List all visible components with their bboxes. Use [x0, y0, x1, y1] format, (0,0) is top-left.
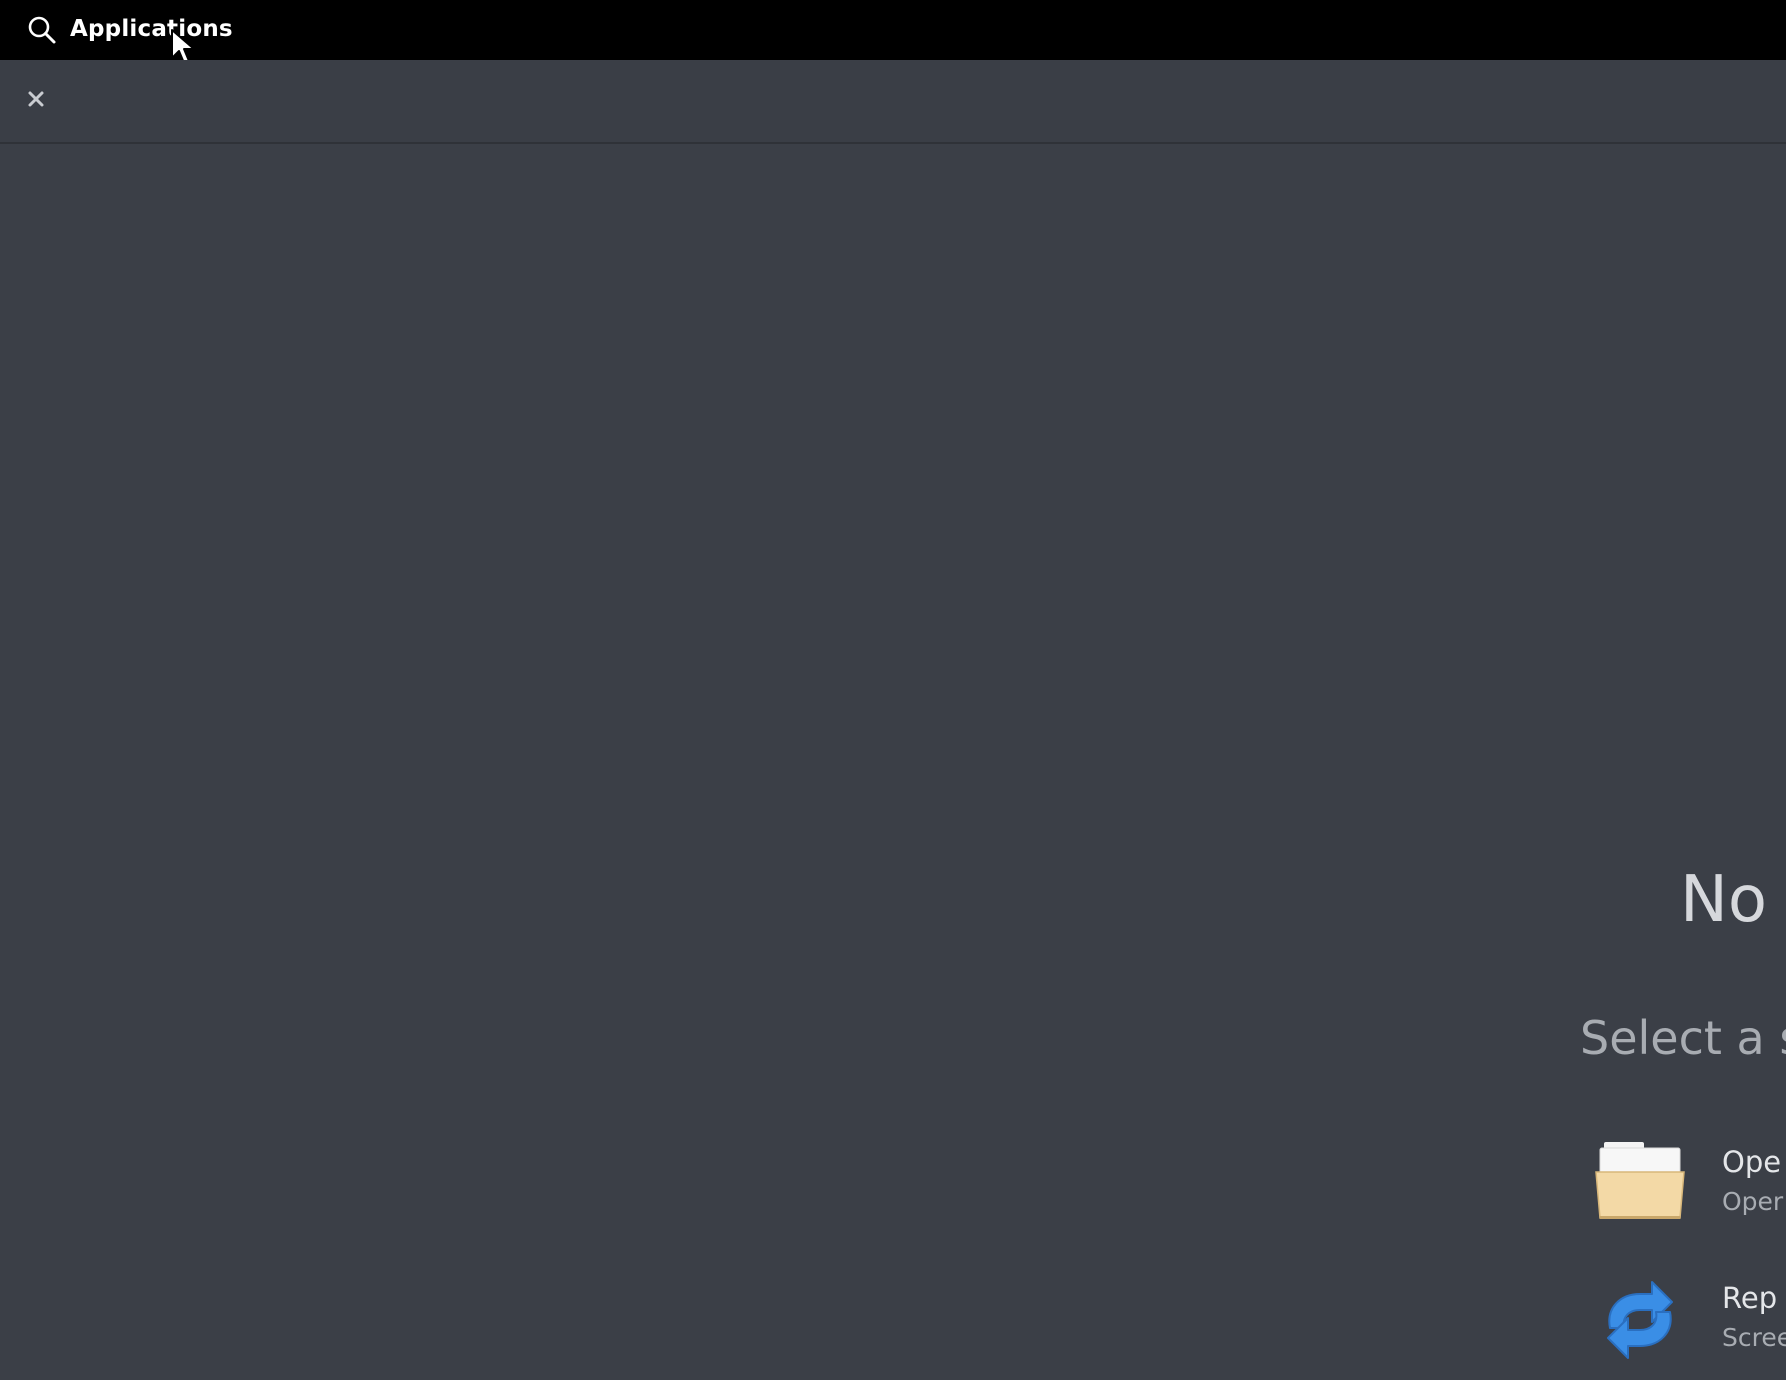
- applications-menu-button[interactable]: Applications: [70, 13, 233, 45]
- search-icon[interactable]: [26, 14, 58, 46]
- close-icon: [28, 91, 44, 107]
- replay-action-description: Scree: [1722, 1323, 1786, 1352]
- app-window: No V Select a sc Ope Oper Rep Scree: [0, 60, 1786, 1359]
- open-action-description: Oper: [1722, 1187, 1784, 1216]
- replay-action[interactable]: Rep Scree: [1590, 1270, 1786, 1380]
- close-button[interactable]: [20, 83, 52, 115]
- folder-icon: [1595, 1142, 1685, 1219]
- welcome-title: No V: [1680, 863, 1786, 937]
- header-bar: [0, 60, 1786, 144]
- top-panel: Applications: [0, 0, 1786, 60]
- open-file-action[interactable]: Ope Oper: [1590, 1134, 1786, 1244]
- replay-action-title: Rep: [1722, 1281, 1778, 1315]
- open-action-title: Ope: [1722, 1145, 1782, 1179]
- welcome-subtitle: Select a sc: [1580, 1011, 1786, 1065]
- replay-icon: [1607, 1281, 1673, 1359]
